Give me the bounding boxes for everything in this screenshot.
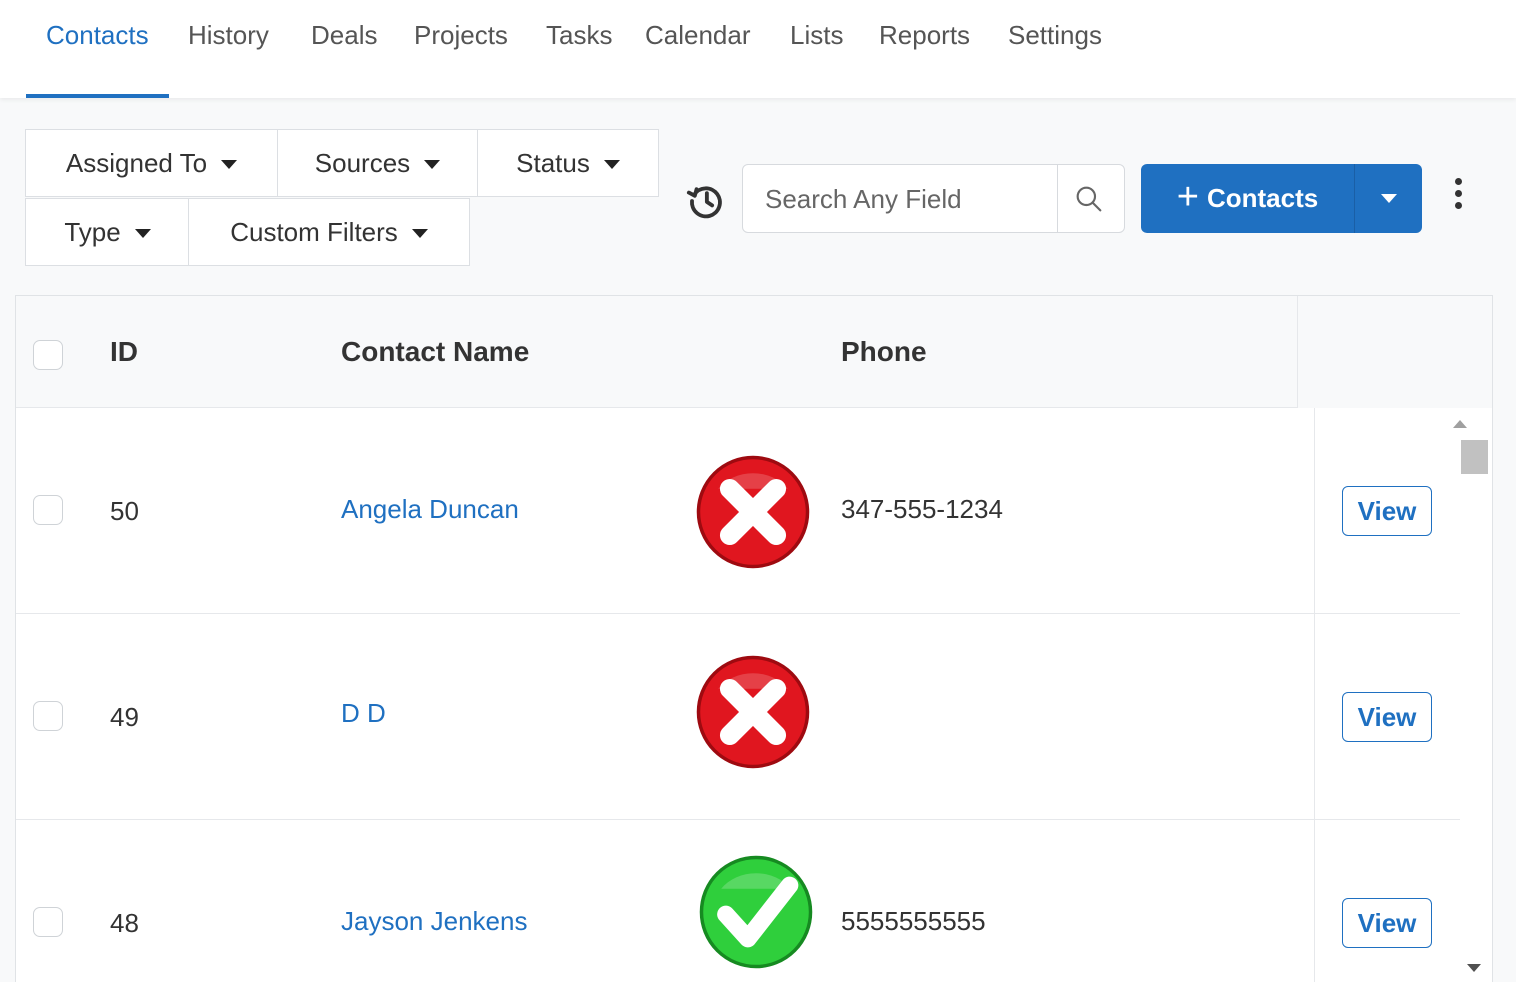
scroll-up-arrow-icon[interactable] [1453, 420, 1467, 428]
status-label: Status [516, 147, 590, 178]
header-phone[interactable]: Phone [841, 336, 927, 368]
caret-down-icon [221, 160, 238, 169]
contact-name-link[interactable]: Angela Duncan [341, 494, 519, 525]
green-check-icon [699, 855, 813, 969]
search-divider [1057, 165, 1058, 232]
tab-calendar[interactable]: Calendar [645, 20, 751, 51]
caret-down-icon [1380, 194, 1397, 203]
select-all-checkbox[interactable] [33, 340, 63, 370]
contacts-table: ID Contact Name Phone 50 Angela Duncan 3… [15, 295, 1493, 982]
sources-label: Sources [314, 147, 411, 178]
table-header: ID Contact Name Phone [16, 296, 1492, 408]
caret-down-icon [411, 229, 428, 238]
cell-id: 49 [110, 702, 139, 732]
assigned-to-filter[interactable]: Assigned To [25, 129, 278, 197]
tab-reports[interactable]: Reports [879, 20, 970, 51]
table-row: 48 Jayson Jenkens 5555555555 [16, 820, 1314, 982]
add-contact-dropdown-button[interactable] [1354, 164, 1422, 233]
tab-settings[interactable]: Settings [1008, 20, 1102, 51]
tab-contacts[interactable]: Contacts [46, 20, 149, 51]
tab-deals[interactable]: Deals [311, 20, 377, 51]
caret-down-icon [603, 160, 620, 169]
tab-lists[interactable]: Lists [790, 20, 843, 51]
red-x-icon [696, 655, 810, 769]
row-actions: View [1314, 408, 1460, 614]
custom-filters-label: Custom Filters [230, 216, 398, 247]
plus-icon: + [1176, 175, 1199, 218]
view-button[interactable]: View [1342, 486, 1432, 536]
caret-down-icon [134, 229, 151, 238]
row-actions: View [1314, 820, 1460, 982]
more-options-icon[interactable] [1448, 178, 1468, 218]
cell-id: 50 [110, 496, 139, 526]
search-icon[interactable] [1073, 183, 1105, 215]
table-row: 49 D D [16, 614, 1314, 820]
type-label: Type [64, 216, 121, 247]
header-contact-name[interactable]: Contact Name [341, 336, 529, 368]
scroll-down-arrow-icon[interactable] [1467, 964, 1481, 972]
table-scrollbar[interactable] [1460, 408, 1492, 982]
search-box [742, 164, 1125, 233]
row-checkbox[interactable] [33, 495, 63, 525]
caret-down-icon [424, 160, 441, 169]
header-id[interactable]: ID [110, 336, 138, 368]
row-checkbox[interactable] [33, 701, 63, 731]
view-button[interactable]: View [1342, 692, 1432, 742]
scroll-thumb[interactable] [1461, 440, 1488, 474]
tab-history[interactable]: History [188, 20, 269, 51]
add-contact-label: Contacts [1206, 183, 1319, 213]
contact-name-link[interactable]: Jayson Jenkens [341, 906, 527, 937]
table-row: 50 Angela Duncan 347-555-1234 [16, 408, 1314, 614]
cell-phone: 347-555-1234 [841, 494, 1003, 524]
red-x-icon [696, 455, 810, 569]
header-actions-column [1297, 296, 1492, 408]
assigned-to-label: Assigned To [65, 147, 208, 178]
active-tab-indicator [26, 94, 169, 98]
status-filter[interactable]: Status [477, 129, 659, 197]
type-filter[interactable]: Type [25, 198, 190, 266]
cell-id: 48 [110, 908, 139, 938]
cell-phone: 5555555555 [841, 906, 986, 936]
view-button[interactable]: View [1342, 898, 1432, 948]
row-checkbox[interactable] [33, 907, 63, 937]
search-input[interactable] [765, 179, 1055, 219]
contact-name-link[interactable]: D D [341, 698, 386, 729]
add-contact-button[interactable]: + Contacts [1141, 164, 1354, 233]
tab-tasks[interactable]: Tasks [546, 20, 612, 51]
history-icon[interactable] [685, 180, 727, 222]
sources-filter[interactable]: Sources [277, 129, 478, 197]
custom-filters-filter[interactable]: Custom Filters [188, 198, 470, 266]
top-nav: Contacts History Deals Projects Tasks Ca… [0, 0, 1516, 98]
row-actions: View [1314, 614, 1460, 820]
tab-projects[interactable]: Projects [414, 20, 508, 51]
